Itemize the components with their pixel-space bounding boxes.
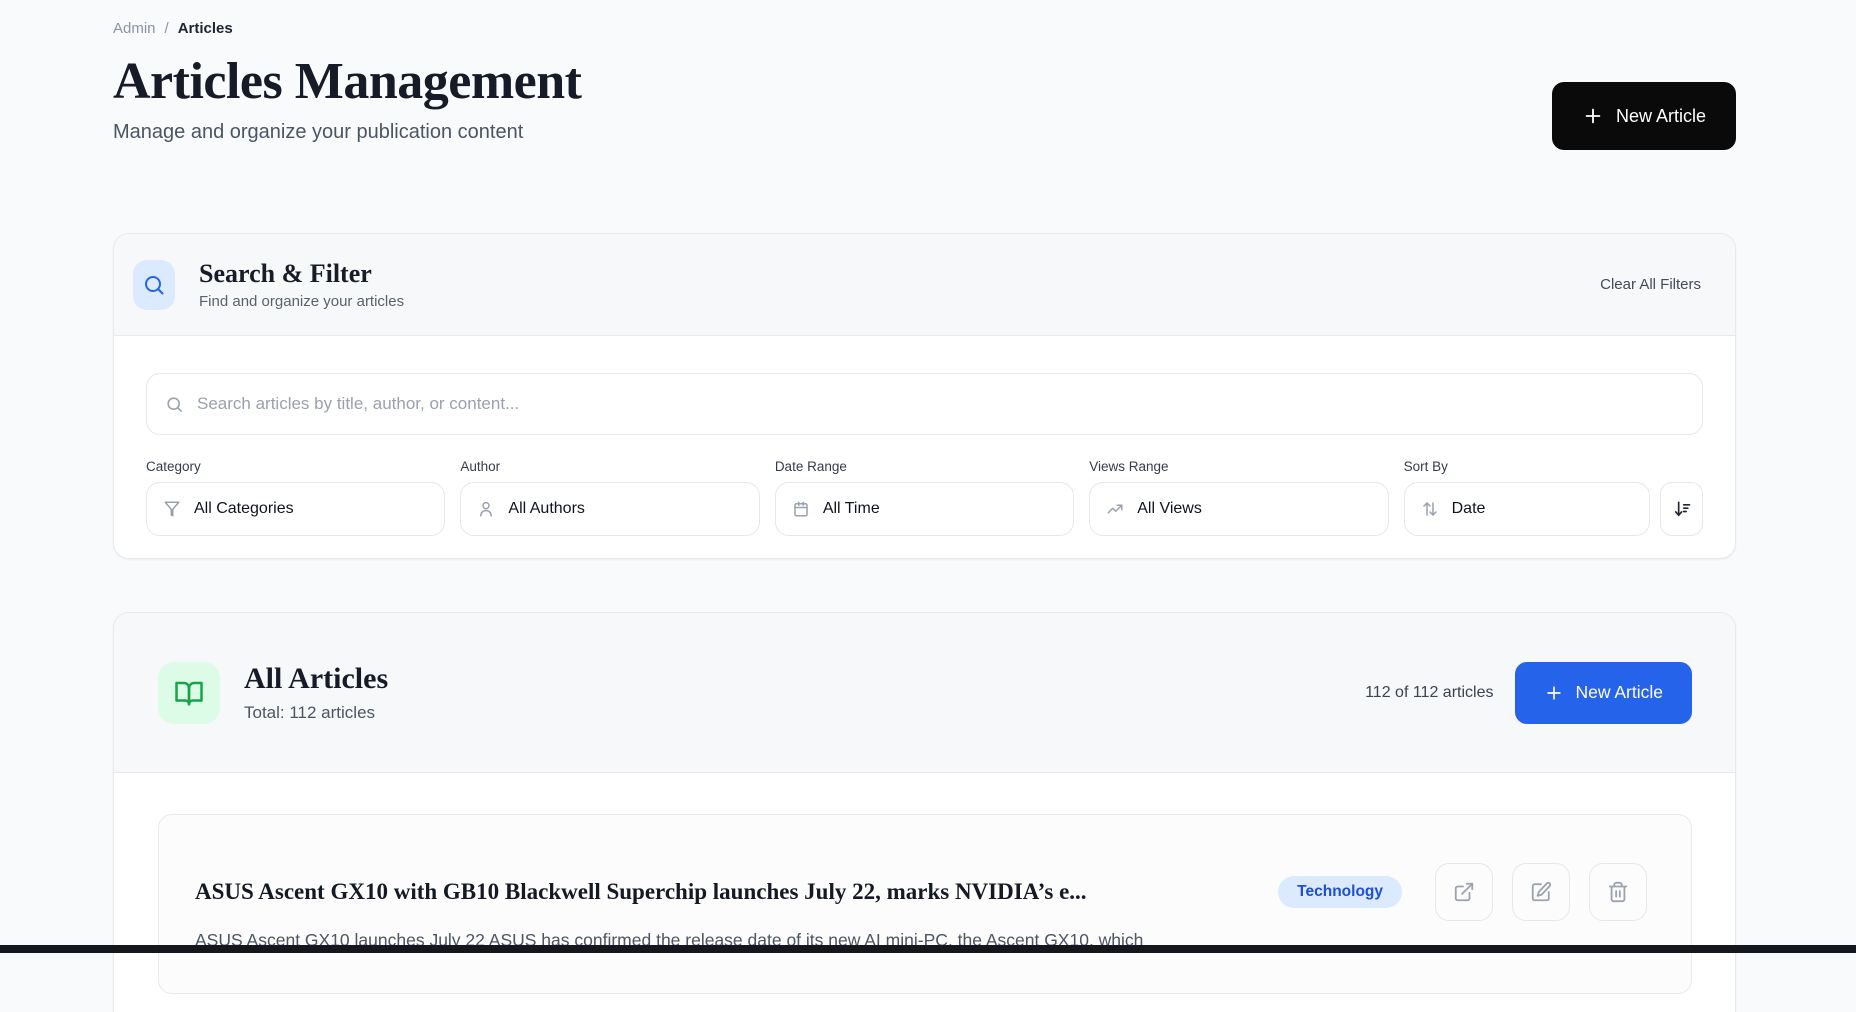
sort-direction-button[interactable] (1660, 482, 1703, 536)
search-filter-card: Search & Filter Find and organize your a… (113, 233, 1736, 559)
bottom-edge-bar (0, 945, 1856, 953)
articles-list: ASUS Ascent GX10 with GB10 Blackwell Sup… (114, 773, 1735, 994)
plus-icon (1544, 683, 1564, 703)
filter-views-range: Views Range All Views (1089, 459, 1388, 536)
filter-category: Category All Categories (146, 459, 445, 536)
external-link-icon (1453, 881, 1475, 903)
search-box (146, 373, 1703, 435)
breadcrumb-admin[interactable]: Admin (113, 20, 156, 37)
date-range-select[interactable]: All Time (775, 482, 1074, 536)
filter-sort-by-label: Sort By (1404, 459, 1650, 474)
sort-descending-icon (1672, 499, 1692, 519)
breadcrumb: Admin / Articles (113, 0, 1736, 37)
filter-views-range-label: Views Range (1089, 459, 1388, 474)
book-icon-tile (158, 662, 220, 724)
open-article-button[interactable] (1435, 863, 1493, 921)
search-input-icon (165, 395, 184, 414)
author-select[interactable]: All Authors (460, 482, 759, 536)
article-actions (1435, 863, 1647, 921)
search-input[interactable] (197, 394, 1684, 414)
filter-author-label: Author (460, 459, 759, 474)
filter-row: Category All Categories Author A (146, 459, 1703, 536)
category-select-value: All Categories (194, 500, 294, 518)
filter-date-range: Date Range All Time (775, 459, 1074, 536)
author-select-value: All Authors (508, 500, 584, 518)
category-badge: Technology (1278, 876, 1402, 908)
breadcrumb-articles: Articles (178, 20, 233, 37)
views-range-select[interactable]: All Views (1089, 482, 1388, 536)
funnel-icon (163, 500, 181, 518)
calendar-icon (792, 500, 810, 518)
article-row: ASUS Ascent GX10 with GB10 Blackwell Sup… (158, 814, 1692, 994)
clear-all-filters-button[interactable]: Clear All Filters (1600, 276, 1701, 293)
views-range-select-value: All Views (1137, 500, 1202, 518)
filter-author: Author All Authors (460, 459, 759, 536)
filter-category-label: Category (146, 459, 445, 474)
trash-icon (1607, 881, 1629, 903)
main-content: Admin / Articles Articles Management Man… (113, 0, 1736, 1012)
delete-article-button[interactable] (1589, 863, 1647, 921)
page-subtitle: Manage and organize your publication con… (113, 118, 1736, 146)
category-select[interactable]: All Categories (146, 482, 445, 536)
sort-by-select-value: Date (1452, 500, 1486, 518)
all-articles-total: Total: 112 articles (244, 703, 388, 723)
all-articles-title: All Articles (244, 662, 388, 696)
arrow-up-down-icon (1421, 500, 1439, 518)
new-article-button-top[interactable]: New Article (1552, 82, 1736, 150)
book-open-icon (174, 678, 204, 708)
plus-icon (1582, 105, 1604, 127)
sort-by-select[interactable]: Date (1404, 482, 1650, 536)
edit-icon (1530, 881, 1552, 903)
trending-up-icon (1106, 500, 1124, 518)
new-article-button-label: New Article (1616, 106, 1706, 127)
breadcrumb-separator: / (165, 20, 169, 37)
new-article-button-label: New Article (1575, 682, 1663, 703)
article-title[interactable]: ASUS Ascent GX10 with GB10 Blackwell Sup… (195, 879, 1248, 905)
all-articles-header: All Articles Total: 112 articles 112 of … (114, 613, 1735, 773)
filter-date-range-label: Date Range (775, 459, 1074, 474)
search-filter-subtitle: Find and organize your articles (199, 293, 404, 310)
search-filter-header: Search & Filter Find and organize your a… (114, 234, 1735, 336)
edit-article-button[interactable] (1512, 863, 1570, 921)
search-filter-title: Search & Filter (199, 259, 404, 289)
date-range-select-value: All Time (823, 500, 880, 518)
user-icon (477, 500, 495, 518)
search-filter-body: Category All Categories Author A (114, 336, 1735, 558)
search-icon-tile (133, 260, 175, 310)
page-title: Articles Management (113, 53, 1736, 110)
filter-sort-by: Sort By Date (1404, 459, 1703, 536)
search-icon (142, 273, 166, 297)
new-article-button-list[interactable]: New Article (1515, 662, 1692, 724)
articles-count: 112 of 112 articles (1365, 684, 1493, 702)
